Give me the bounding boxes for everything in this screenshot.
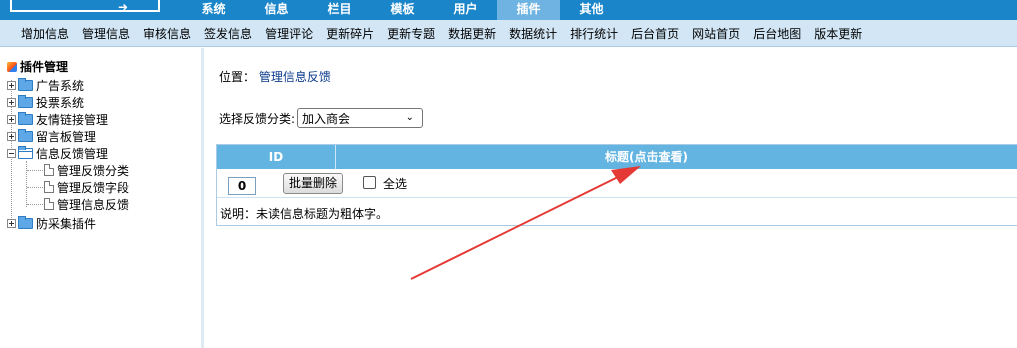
folder-icon	[18, 94, 33, 108]
tree-line	[27, 170, 45, 171]
tab-plugin[interactable]: 插件	[497, 0, 560, 20]
tree-node-label[interactable]: 友情链接管理	[36, 111, 108, 128]
plugin-icon	[6, 61, 18, 73]
document-icon	[44, 164, 54, 176]
filter-label: 选择反馈分类:	[219, 111, 296, 126]
subnav-admin-map[interactable]: 后台地图	[753, 25, 801, 42]
tree-line	[26, 161, 27, 207]
logo-arrow-icon: ➜	[118, 0, 129, 14]
tree-node-vote[interactable]: 投票系统	[7, 94, 84, 110]
category-select-value: 加入商会	[302, 111, 351, 126]
select-all-label[interactable]: 全选	[383, 175, 407, 192]
top-bar: ➜ 系统 信息 栏目 模板 用户 插件 其他	[0, 0, 1017, 20]
tree-line	[27, 204, 45, 205]
tab-info[interactable]: 信息	[245, 0, 308, 20]
subnav-manage-info[interactable]: 管理信息	[82, 25, 130, 42]
document-icon	[44, 198, 54, 210]
subnav-ranking-stats[interactable]: 排行统计	[570, 25, 618, 42]
top-nav: 系统 信息 栏目 模板 用户 插件 其他	[182, 0, 623, 20]
subnav-update-fragments[interactable]: 更新碎片	[326, 25, 374, 42]
tab-template[interactable]: 模板	[371, 0, 434, 20]
folder-icon	[18, 215, 33, 229]
tree-leaf-label[interactable]: 管理反馈分类	[57, 162, 129, 179]
expand-icon[interactable]	[7, 80, 16, 90]
tree-root-label: 插件管理	[20, 60, 69, 74]
folder-icon	[18, 111, 33, 125]
subnav-version-update[interactable]: 版本更新	[814, 25, 862, 42]
tree-node-label[interactable]: 投票系统	[36, 94, 84, 111]
subnav-add-info[interactable]: 增加信息	[21, 25, 69, 42]
tree-node-label[interactable]: 广告系统	[36, 77, 84, 94]
breadcrumb-prefix: 位置：	[219, 70, 256, 84]
subnav-data-update[interactable]: 数据更新	[448, 25, 496, 42]
tree-root: 插件管理	[6, 58, 68, 75]
subnav-site-home[interactable]: 网站首页	[692, 25, 740, 42]
tab-column[interactable]: 栏目	[308, 0, 371, 20]
table-note: 说明：未读信息标题为粗体字。	[220, 207, 389, 221]
id-count-field[interactable]: 0	[228, 177, 256, 195]
subnav-data-stats[interactable]: 数据统计	[509, 25, 557, 42]
expand-icon[interactable]	[7, 97, 16, 107]
table-header: ID 标题(点击查看)	[217, 145, 1017, 169]
tab-user[interactable]: 用户	[434, 0, 497, 20]
sidebar: 插件管理 广告系统 投票系统 友情链接管理 留言板管理 信息反馈管理 管理反馈分…	[0, 48, 204, 348]
expand-icon[interactable]	[7, 131, 16, 141]
select-all-checkbox[interactable]	[363, 176, 376, 189]
tree-line	[27, 187, 45, 188]
subnav-update-topics[interactable]: 更新专题	[387, 25, 435, 42]
tree-leaf-label[interactable]: 管理信息反馈	[57, 196, 129, 213]
folder-icon	[18, 77, 33, 91]
expand-icon[interactable]	[7, 218, 16, 228]
subnav-review-info[interactable]: 审核信息	[143, 25, 191, 42]
tab-system[interactable]: 系统	[182, 0, 245, 20]
breadcrumb-link[interactable]: 管理信息反馈	[259, 70, 331, 84]
tree-leaf-label[interactable]: 管理反馈字段	[57, 179, 129, 196]
tab-other[interactable]: 其他	[560, 0, 623, 20]
category-select[interactable]: 加入商会 ⌄	[297, 108, 424, 128]
subnav-admin-home[interactable]: 后台首页	[631, 25, 679, 42]
tree-leaf-manage-feedback[interactable]: 管理信息反馈	[44, 196, 129, 212]
logo	[10, 0, 160, 12]
tree-leaf-feedback-fields[interactable]: 管理反馈字段	[44, 179, 129, 195]
column-header-id[interactable]: ID	[217, 145, 336, 169]
table-actions-row: 0 批量删除 全选	[217, 169, 1017, 198]
document-icon	[44, 181, 54, 193]
column-header-title[interactable]: 标题(点击查看)	[336, 145, 1017, 169]
tree-node-label[interactable]: 信息反馈管理	[36, 145, 108, 162]
tree-node-label[interactable]: 留言板管理	[36, 128, 96, 145]
category-filter: 选择反馈分类: 加入商会 ⌄	[219, 108, 424, 128]
expand-icon[interactable]	[7, 114, 16, 124]
tree-node-feedback[interactable]: 信息反馈管理	[7, 145, 108, 161]
folder-icon	[18, 128, 33, 142]
feedback-table: ID 标题(点击查看) 0 批量删除 全选 说明：未读信息标题为粗体字。	[216, 144, 1017, 226]
breadcrumb: 位置： 管理信息反馈	[219, 68, 331, 85]
subnav-sign-info[interactable]: 签发信息	[204, 25, 252, 42]
tree-node-ads[interactable]: 广告系统	[7, 77, 84, 93]
tree-node-label[interactable]: 防采集插件	[36, 215, 96, 232]
collapse-icon[interactable]	[7, 148, 16, 158]
tree-node-links[interactable]: 友情链接管理	[7, 111, 108, 127]
folder-open-icon	[18, 145, 33, 159]
tree-node-guestbook[interactable]: 留言板管理	[7, 128, 96, 144]
tree-node-anti-scrape[interactable]: 防采集插件	[7, 215, 96, 231]
tree-leaf-feedback-category[interactable]: 管理反馈分类	[44, 162, 129, 178]
chevron-down-icon: ⌄	[405, 112, 415, 123]
sub-nav: 增加信息 管理信息 审核信息 签发信息 管理评论 更新碎片 更新专题 数据更新 …	[0, 20, 1017, 47]
subnav-manage-comments[interactable]: 管理评论	[265, 25, 313, 42]
bulk-delete-button[interactable]: 批量删除	[283, 173, 343, 194]
